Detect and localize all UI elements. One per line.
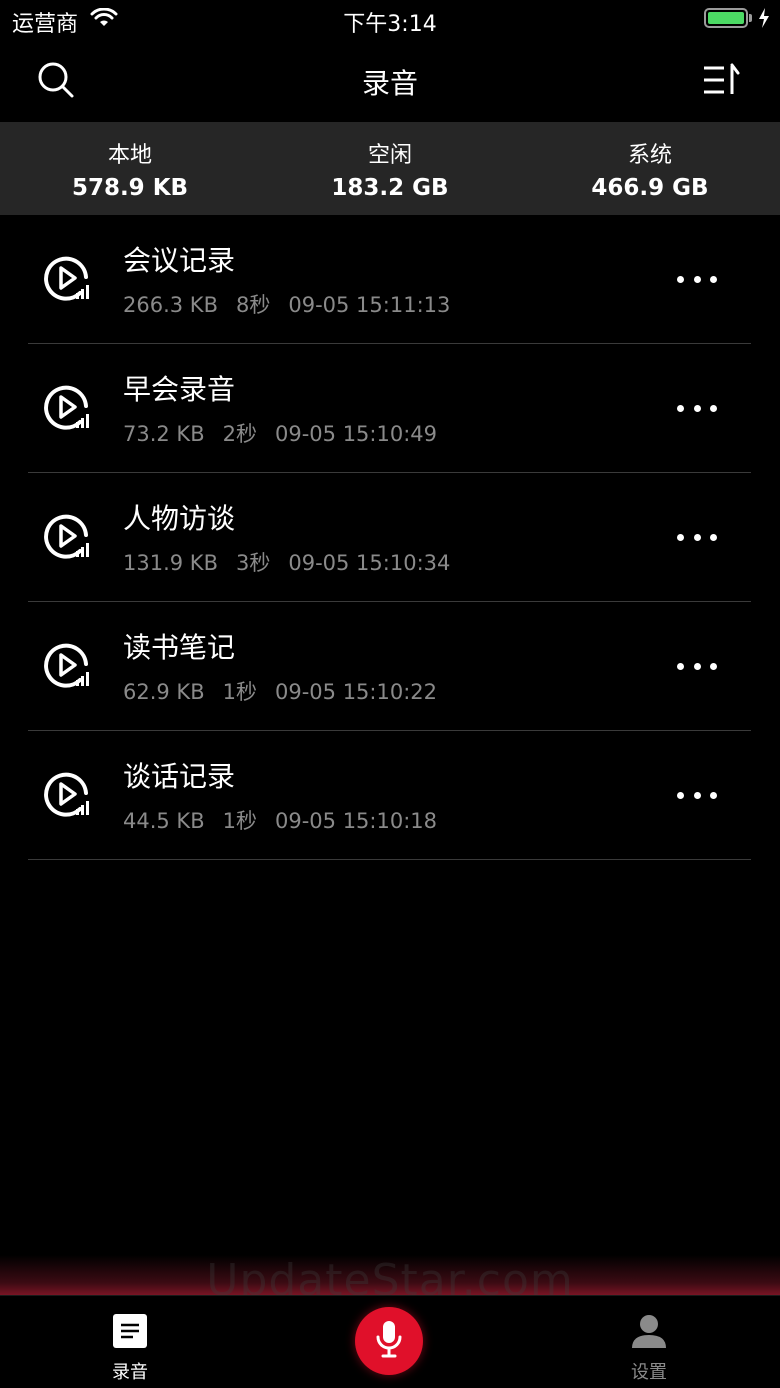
recording-date: 09-05 15:10:22: [275, 680, 438, 704]
storage-label: 空闲: [367, 142, 412, 168]
storage-value: 466.9 GB: [591, 174, 709, 201]
recording-title: 读书笔记: [123, 631, 236, 664]
recording-size: 73.2 KB: [123, 422, 205, 446]
document-icon: [113, 1314, 147, 1352]
storage-system: 系统 466.9 GB: [520, 122, 780, 215]
recording-size: 131.9 KB: [123, 551, 218, 575]
recording-duration: 3秒: [235, 551, 271, 575]
recording-meta: 73.2 KB 2秒 09-05 15:10:49: [123, 418, 455, 448]
storage-panel: 本地 578.9 KB 空闲 183.2 GB 系统 466.9 GB: [0, 122, 780, 215]
person-icon: [630, 1314, 668, 1352]
list-item[interactable]: 谈话记录 44.5 KB 1秒 09-05 15:10:18: [28, 731, 751, 860]
clock: 下午3:14: [343, 12, 437, 37]
recording-list: 会议记录 266.3 KB 8秒 09-05 15:11:13 早会录音 73.2 …: [0, 215, 780, 860]
recording-size: 44.5 KB: [123, 809, 205, 833]
tab-bar: 录音 设置: [0, 1295, 780, 1388]
recording-date: 09-05 15:10:18: [275, 809, 438, 833]
more-icon[interactable]: [677, 523, 717, 551]
recording-meta: 131.9 KB 3秒 09-05 15:10:34: [123, 547, 468, 577]
status-bar: 运营商 下午3:14: [0, 0, 780, 40]
storage-label: 系统: [627, 142, 672, 168]
storage-label: 本地: [107, 142, 152, 168]
list-item[interactable]: 读书笔记 62.9 KB 1秒 09-05 15:10:22: [28, 602, 751, 731]
sort-icon[interactable]: [702, 62, 740, 98]
play-audio-icon[interactable]: [44, 513, 92, 561]
microphone-icon: [374, 1319, 404, 1363]
nav-bar: 录音: [0, 40, 780, 122]
more-icon[interactable]: [677, 265, 717, 293]
recording-date: 09-05 15:10:34: [288, 551, 451, 575]
recording-title: 谈话记录: [123, 760, 236, 793]
list-item[interactable]: 早会录音 73.2 KB 2秒 09-05 15:10:49: [28, 344, 751, 473]
record-button[interactable]: [355, 1307, 423, 1375]
storage-value: 183.2 GB: [331, 174, 449, 201]
recording-meta: 266.3 KB 8秒 09-05 15:11:13: [123, 289, 468, 319]
more-icon[interactable]: [677, 652, 717, 680]
page-title: 录音: [361, 67, 418, 100]
recording-duration: 1秒: [222, 680, 257, 704]
storage-free: 空闲 183.2 GB: [260, 122, 520, 215]
recording-date: 09-05 15:11:13: [288, 293, 451, 317]
recording-meta: 44.5 KB 1秒 09-05 15:10:18: [123, 805, 455, 835]
recording-duration: 2秒: [222, 422, 257, 446]
recording-size: 62.9 KB: [123, 680, 205, 704]
recording-title: 早会录音: [123, 373, 236, 406]
recording-title: 人物访谈: [123, 502, 236, 535]
recording-duration: 1秒: [222, 809, 257, 833]
play-audio-icon[interactable]: [44, 771, 92, 819]
storage-value: 578.9 KB: [71, 174, 189, 201]
recording-meta: 62.9 KB 1秒 09-05 15:10:22: [123, 676, 455, 706]
recording-duration: 8秒: [235, 293, 271, 317]
tab-recordings[interactable]: 录音: [90, 1314, 170, 1384]
play-audio-icon[interactable]: [44, 255, 92, 303]
tab-settings[interactable]: 设置: [609, 1314, 689, 1384]
tab-label: 录音: [112, 1362, 148, 1383]
more-icon[interactable]: [677, 394, 717, 422]
recording-date: 09-05 15:10:49: [275, 422, 438, 446]
play-audio-icon[interactable]: [44, 384, 92, 432]
recording-title: 会议记录: [123, 244, 236, 277]
recording-size: 266.3 KB: [123, 293, 218, 317]
list-item[interactable]: 会议记录 266.3 KB 8秒 09-05 15:11:13: [28, 215, 751, 344]
battery-icon: [704, 8, 770, 28]
more-icon[interactable]: [677, 781, 717, 809]
list-item[interactable]: 人物访谈 131.9 KB 3秒 09-05 15:10:34: [28, 473, 751, 602]
storage-local: 本地 578.9 KB: [0, 122, 260, 215]
play-audio-icon[interactable]: [44, 642, 92, 690]
tab-label: 设置: [631, 1362, 667, 1383]
